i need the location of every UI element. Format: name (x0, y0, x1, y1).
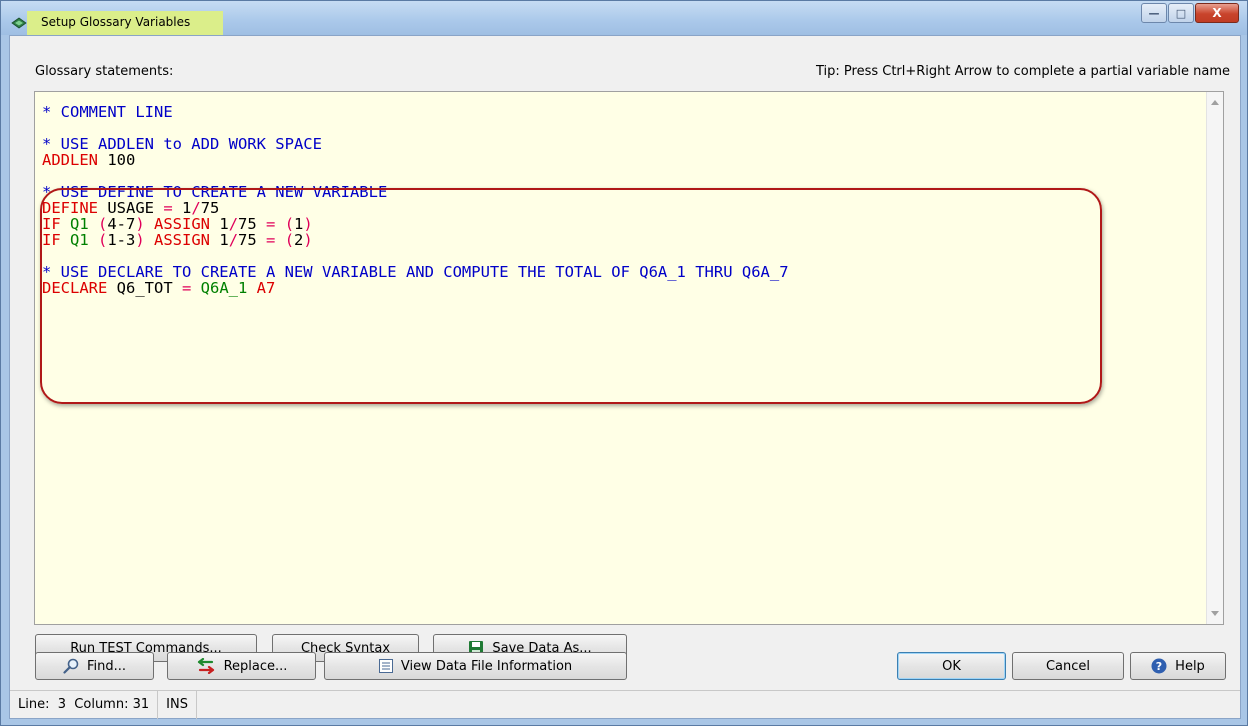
window-controls: — □ X (1140, 3, 1239, 25)
line-label: Line: (18, 697, 50, 712)
line-value: 3 (57, 697, 67, 712)
code-token: ADDLEN (42, 151, 108, 169)
replace-label: Replace... (223, 658, 288, 674)
info-list-icon (378, 659, 393, 673)
code-token: * COMMENT LINE (42, 103, 173, 121)
dialog-window: Setup Glossary Variables — □ X Glossary … (0, 0, 1248, 726)
svg-text:?: ? (1156, 660, 1162, 673)
view-data-file-information-label: View Data File Information (400, 658, 573, 674)
column-label: Column: (74, 697, 129, 712)
cancel-button[interactable]: Cancel (1012, 652, 1124, 680)
find-label: Find... (86, 658, 127, 674)
minimize-button[interactable]: — (1141, 3, 1167, 23)
glossary-label: Glossary statements: (35, 64, 174, 79)
code-line[interactable] (42, 168, 789, 184)
insert-mode-label: INS (166, 697, 188, 712)
minimize-icon: — (1148, 6, 1160, 20)
scroll-down-arrow-icon[interactable] (1211, 611, 1219, 616)
tip-label: Tip: Press Ctrl+Right Arrow to complete … (815, 64, 1230, 79)
cancel-label: Cancel (1045, 658, 1091, 674)
ok-button[interactable]: OK (897, 652, 1006, 680)
replace-button[interactable]: Replace... (167, 652, 316, 680)
help-icon: ? (1151, 658, 1167, 674)
scroll-up-arrow-icon[interactable] (1211, 100, 1219, 105)
code-line[interactable] (42, 120, 789, 136)
window-title: Setup Glossary Variables (41, 15, 191, 29)
magnifier-icon (63, 658, 79, 674)
status-bar: Line: 3 Column: 31 INS (10, 690, 1240, 719)
code-line[interactable]: * USE ADDLEN to ADD WORK SPACE (42, 136, 789, 152)
help-label: Help (1175, 658, 1205, 674)
ok-label: OK (942, 658, 961, 674)
glossary-editor[interactable]: * COMMENT LINE * USE ADDLEN to ADD WORK … (34, 91, 1224, 625)
swap-arrows-icon (196, 658, 216, 674)
dialog-client-area: Glossary statements: Tip: Press Ctrl+Rig… (9, 35, 1241, 719)
app-icon (11, 17, 27, 29)
code-line[interactable]: ADDLEN 100 (42, 152, 789, 168)
code-token: 100 (107, 151, 136, 169)
view-data-file-information-button[interactable]: View Data File Information (324, 652, 627, 680)
title-bar[interactable]: Setup Glossary Variables — □ X (1, 1, 1247, 35)
vertical-scrollbar[interactable] (1206, 92, 1223, 624)
close-button[interactable]: X (1195, 3, 1239, 23)
code-line[interactable]: * COMMENT LINE (42, 104, 789, 120)
close-icon: X (1212, 6, 1222, 20)
column-value: 31 (132, 697, 150, 712)
help-button[interactable]: ? Help (1130, 652, 1226, 680)
annotation-highlight-box (40, 188, 1102, 404)
find-button[interactable]: Find... (35, 652, 154, 680)
maximize-button[interactable]: □ (1168, 3, 1194, 23)
maximize-icon: □ (1175, 6, 1187, 20)
insert-mode-indicator: INS (158, 690, 197, 719)
cursor-position: Line: 3 Column: 31 (10, 690, 159, 719)
